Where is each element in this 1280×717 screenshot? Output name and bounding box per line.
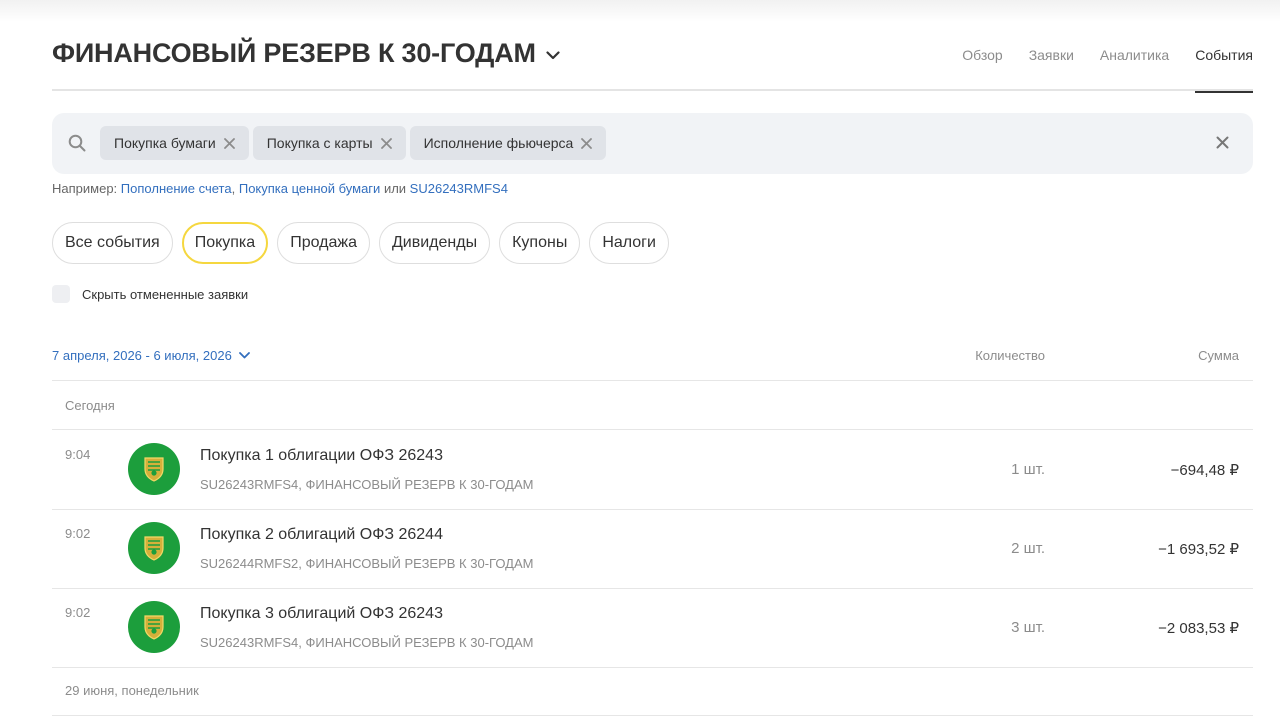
page-title: ФИНАНСОВЫЙ РЕЗЕРВ К 30-ГОДАМ (52, 38, 536, 68)
search-bar[interactable]: Покупка бумаги Покупка с карты Исполнени… (52, 113, 1253, 174)
event-subtitle: SU26243RMFS4, ФИНАНСОВЫЙ РЕЗЕРВ К 30-ГОД… (200, 635, 534, 650)
list-item[interactable]: 9:02 Покупка 2 облигаций ОФЗ 26244 SU262… (52, 509, 1253, 589)
tab-analytics[interactable]: Аналитика (1100, 0, 1169, 91)
list-header: 7 апреля, 2026 - 6 июля, 2026 Количество… (52, 340, 1253, 381)
minfin-emblem-icon (128, 601, 180, 653)
portfolio-selector[interactable]: ФИНАНСОВЫЙ РЕЗЕРВ К 30-ГОДАМ (52, 38, 560, 69)
chevron-down-icon[interactable] (546, 50, 560, 60)
minfin-emblem-icon (128, 522, 180, 574)
close-icon[interactable] (223, 137, 235, 149)
event-title: Покупка 3 облигаций ОФЗ 26243 (200, 605, 443, 622)
date-range-selector[interactable]: 7 апреля, 2026 - 6 июля, 2026 (52, 348, 250, 363)
chip-label: Покупка с карты (266, 135, 373, 151)
close-icon[interactable] (581, 137, 593, 149)
chip-label: Покупка бумаги (114, 135, 216, 151)
event-subtitle: SU26243RMFS4, ФИНАНСОВЫЙ РЕЗЕРВ К 30-ГОД… (200, 477, 534, 492)
hint-example-isin[interactable]: SU26243RMFS4 (410, 181, 508, 196)
search-chips: Покупка бумаги Покупка с карты Исполнени… (100, 126, 610, 160)
filter-purchase[interactable]: Покупка (181, 222, 269, 264)
chip-card-purchase[interactable]: Покупка с карты (252, 126, 406, 160)
event-sum: −2 083,53 ₽ (1158, 620, 1239, 637)
event-time: 9:02 (65, 605, 91, 620)
event-time: 9:04 (65, 447, 91, 462)
event-title: Покупка 2 облигаций ОФЗ 26244 (200, 526, 443, 543)
event-title: Покупка 1 облигации ОФЗ 26243 (200, 447, 443, 464)
event-type-filters: Все события Покупка Продажа Дивиденды Ку… (52, 222, 678, 264)
chip-label: Исполнение фьючерса (423, 135, 574, 151)
close-icon[interactable] (380, 137, 392, 149)
search-hint: Например: Пополнение счета, Покупка ценн… (52, 181, 508, 196)
event-quantity: 2 шт. (1011, 540, 1045, 557)
tab-events[interactable]: События (1195, 0, 1253, 93)
filter-all-events[interactable]: Все события (52, 222, 173, 264)
list-item[interactable]: 9:02 Покупка 3 облигаций ОФЗ 26243 SU262… (52, 588, 1253, 668)
event-quantity: 3 шт. (1011, 619, 1045, 636)
filter-coupons[interactable]: Купоны (499, 222, 581, 264)
page-header: ФИНАНСОВЫЙ РЕЗЕРВ К 30-ГОДАМ Обзор Заявк… (52, 0, 1253, 93)
filter-taxes[interactable]: Налоги (589, 222, 669, 264)
chip-security-purchase[interactable]: Покупка бумаги (100, 126, 249, 160)
list-item[interactable]: 9:04 Покупка 1 облигации ОФЗ 26243 SU262… (52, 430, 1253, 510)
column-quantity: Количество (975, 348, 1045, 363)
group-label: Сегодня (52, 381, 1253, 430)
hint-or: или (383, 181, 407, 196)
filter-dividends[interactable]: Дивиденды (378, 222, 491, 264)
event-sum: −1 693,52 ₽ (1158, 541, 1239, 558)
nav-tabs: Обзор Заявки Аналитика События (936, 0, 1253, 93)
tab-overview[interactable]: Обзор (962, 0, 1002, 91)
hide-cancelled-row: Скрыть отмененные заявки (52, 285, 248, 303)
minfin-emblem-icon (128, 443, 180, 495)
column-sum: Сумма (1198, 348, 1239, 363)
search-icon (68, 134, 86, 157)
chevron-down-icon (238, 352, 250, 359)
hide-cancelled-checkbox[interactable] (52, 285, 70, 303)
hide-cancelled-label: Скрыть отмененные заявки (82, 286, 249, 302)
event-quantity: 1 шт. (1011, 461, 1045, 478)
hint-example-deposit[interactable]: Пополнение счета (121, 181, 232, 196)
tab-orders[interactable]: Заявки (1029, 0, 1074, 91)
event-sum: −694,48 ₽ (1170, 462, 1239, 479)
hint-prefix: Например: (52, 181, 118, 196)
event-time: 9:02 (65, 526, 91, 541)
hint-example-security[interactable]: Покупка ценной бумаги (239, 181, 380, 196)
filter-sale[interactable]: Продажа (277, 222, 370, 264)
date-range-label: 7 апреля, 2026 - 6 июля, 2026 (52, 348, 232, 363)
hint-comma: , (231, 181, 236, 196)
group-label: 29 июня, понедельник (52, 668, 1253, 716)
event-subtitle: SU26244RMFS2, ФИНАНСОВЫЙ РЕЗЕРВ К 30-ГОД… (200, 556, 534, 571)
close-icon[interactable] (1216, 136, 1229, 154)
chip-futures-execution[interactable]: Исполнение фьючерса (409, 126, 607, 160)
